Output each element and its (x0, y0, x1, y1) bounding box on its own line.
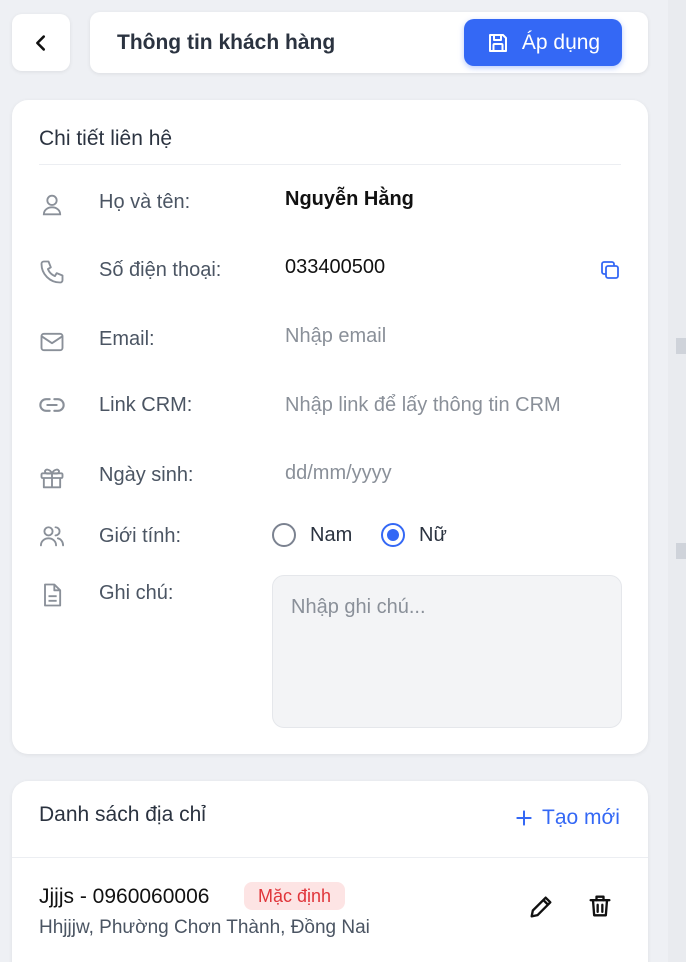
radio-circle-checked (381, 523, 405, 547)
scrollbar-gutter[interactable] (668, 0, 686, 962)
users-icon (39, 526, 65, 547)
apply-button-label: Áp dụng (521, 30, 601, 54)
back-button[interactable] (12, 14, 70, 71)
birthday-label: Ngày sinh: (99, 464, 194, 486)
chevron-left-icon (36, 34, 46, 51)
customer-info-page: Thông tin khách hàng Áp dụng Chi tiết li… (0, 0, 686, 962)
apply-button[interactable]: Áp dụng (464, 19, 622, 66)
save-icon (488, 33, 507, 52)
gender-option-label: Nam (310, 523, 353, 546)
header-bar: Thông tin khách hàng Áp dụng (90, 12, 648, 73)
name-label: Họ và tên: (99, 191, 191, 213)
email-field[interactable]: Nhập email (285, 325, 386, 348)
address-detail: Hhjjjw, Phường Chơn Thành, Đồng Nai (39, 917, 370, 938)
section-divider (12, 857, 648, 858)
phone-icon (40, 260, 64, 284)
email-label: Email: (99, 328, 155, 350)
create-address-label: Tạo mới (542, 806, 620, 829)
birthday-field[interactable]: dd/mm/yyyy (285, 462, 392, 485)
scrollbar-mark (676, 338, 686, 354)
gender-radio-female[interactable]: Nữ (381, 523, 447, 547)
page-title: Thông tin khách hàng (117, 31, 336, 54)
gender-radio-male[interactable]: Nam (272, 523, 352, 547)
radio-circle (272, 523, 296, 547)
name-value[interactable]: Nguyễn Hằng (285, 188, 414, 211)
pencil-icon[interactable] (527, 893, 555, 921)
plus-icon (516, 810, 532, 826)
note-textarea[interactable]: Nhập ghi chú... (272, 575, 622, 728)
contact-details-card: Chi tiết liên hệ Họ và tên: Nguyễn Hằng … (12, 100, 648, 754)
copy-icon[interactable] (598, 258, 622, 282)
gift-icon (40, 468, 64, 489)
crm-link-field[interactable]: Nhập link để lấy thông tin CRM (285, 394, 561, 417)
address-name-phone: Jjjjs - 0960060006 (39, 885, 210, 908)
user-icon (42, 194, 62, 216)
crm-label: Link CRM: (99, 394, 193, 416)
contact-section-title: Chi tiết liên hệ (39, 127, 173, 150)
scrollbar-mark (676, 543, 686, 559)
phone-label: Số điện thoại: (99, 259, 222, 281)
section-divider (39, 164, 621, 165)
gender-label: Giới tính: (99, 525, 182, 547)
address-section-title: Danh sách địa chỉ (39, 803, 206, 826)
default-badge: Mặc định (244, 882, 346, 910)
link-icon (39, 398, 65, 412)
create-address-button[interactable]: Tạo mới (514, 806, 620, 830)
trash-icon[interactable] (586, 892, 614, 920)
address-list-card: Danh sách địa chỉ Tạo mới Jjjjs - 096006… (12, 781, 648, 962)
file-text-icon (44, 583, 62, 607)
phone-value[interactable]: 033400500 (285, 256, 385, 279)
note-label: Ghi chú: (99, 582, 174, 604)
mail-icon (40, 332, 64, 352)
gender-option-label: Nữ (419, 523, 447, 546)
